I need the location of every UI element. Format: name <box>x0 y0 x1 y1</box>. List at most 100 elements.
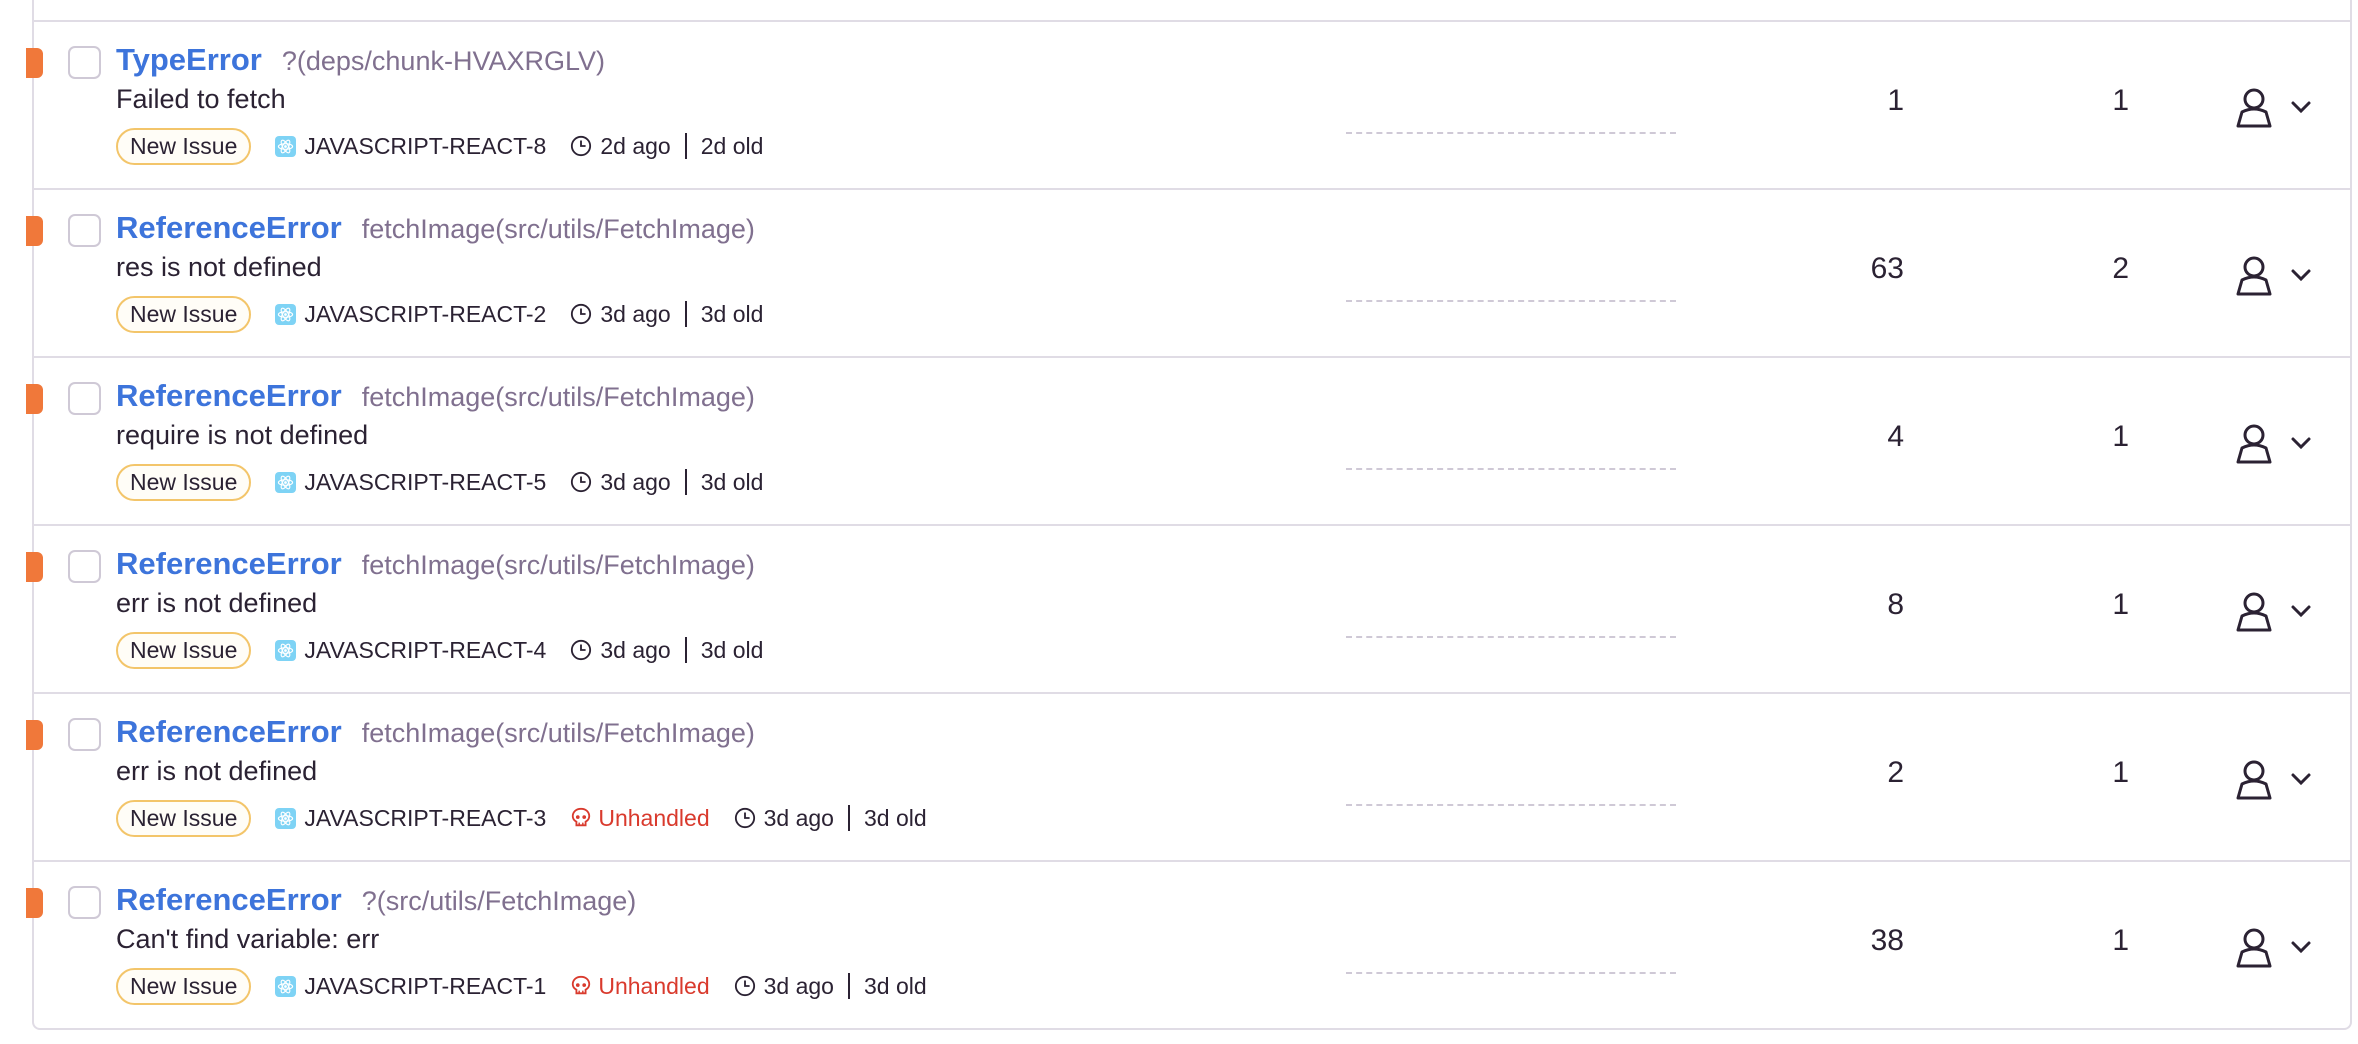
issue-time: 2d ago 2d old <box>570 133 763 160</box>
assignee-selector[interactable] <box>2234 422 2312 464</box>
unhandled-tag: Unhandled <box>570 804 710 832</box>
issue-list: TypeError ?(deps/chunk-HVAXRGLV) Failed … <box>26 0 2352 1030</box>
issue-title[interactable]: ReferenceError <box>116 882 342 918</box>
issue-row[interactable]: ReferenceError fetchImage(src/utils/Fetc… <box>26 188 2350 356</box>
issue-age: 3d old <box>700 300 764 327</box>
issue-age: 2d old <box>700 132 764 159</box>
issue-age: 3d old <box>863 804 927 831</box>
users-count: 1 <box>2112 756 2129 789</box>
users-count: 1 <box>2112 924 2129 957</box>
unhandled-label: Unhandled <box>598 804 710 831</box>
users-count: 1 <box>2112 420 2129 453</box>
events-count: 2 <box>1887 756 1904 789</box>
issue-time: 3d ago 3d old <box>734 805 927 832</box>
assignee-selector[interactable] <box>2234 758 2312 800</box>
issue-title[interactable]: ReferenceError <box>116 378 342 414</box>
users-count: 2 <box>2112 252 2129 285</box>
trend-graph <box>1346 636 1676 638</box>
issue-row[interactable]: ReferenceError fetchImage(src/utils/Fetc… <box>26 524 2350 692</box>
clock-icon <box>571 471 592 493</box>
issue-title[interactable]: ReferenceError <box>116 714 342 750</box>
last-seen: 2d ago <box>600 132 671 159</box>
issue-age: 3d old <box>700 468 764 495</box>
issue-title[interactable]: ReferenceError <box>116 210 342 246</box>
divider <box>684 133 687 159</box>
issue-message: require is not defined <box>116 420 369 450</box>
issue-checkbox[interactable] <box>68 46 101 79</box>
issue-row[interactable]: ReferenceError ?(src/utils/FetchImage) C… <box>26 860 2350 1028</box>
last-seen: 3d ago <box>600 300 671 327</box>
project-link[interactable]: JAVASCRIPT-REACT-3 <box>275 805 546 832</box>
user-icon <box>2236 88 2272 128</box>
project-name: JAVASCRIPT-REACT-4 <box>304 636 547 663</box>
project-link[interactable]: JAVASCRIPT-REACT-4 <box>275 637 546 664</box>
issue-row[interactable]: ReferenceError fetchImage(src/utils/Fetc… <box>26 356 2350 524</box>
skull-icon <box>572 975 591 995</box>
issue-checkbox[interactable] <box>68 718 101 751</box>
divider <box>847 973 850 999</box>
project-name: JAVASCRIPT-REACT-5 <box>304 468 547 495</box>
user-icon <box>2236 928 2272 968</box>
trend-graph <box>1346 972 1676 974</box>
trend-graph <box>1346 132 1676 134</box>
last-seen: 3d ago <box>763 972 834 999</box>
issue-culprit: ?(deps/chunk-HVAXRGLV) <box>281 46 605 76</box>
trend-graph <box>1346 300 1676 302</box>
project-link[interactable]: JAVASCRIPT-REACT-2 <box>275 301 546 328</box>
issue-row[interactable]: ReferenceError fetchImage(src/utils/Fetc… <box>26 692 2350 860</box>
assignee-selector[interactable] <box>2234 590 2312 632</box>
issue-row[interactable]: TypeError ?(deps/chunk-HVAXRGLV) Failed … <box>26 20 2350 188</box>
level-indicator <box>26 48 43 78</box>
issue-checkbox[interactable] <box>68 886 101 919</box>
issue-message: err is not defined <box>116 756 318 786</box>
clock-icon <box>571 639 592 661</box>
react-icon <box>275 639 297 661</box>
last-seen: 3d ago <box>600 636 671 663</box>
last-seen: 3d ago <box>763 804 834 831</box>
issue-culprit: ?(src/utils/FetchImage) <box>361 886 637 916</box>
react-icon <box>275 303 297 325</box>
issue-title[interactable]: ReferenceError <box>116 546 342 582</box>
issue-title[interactable]: TypeError <box>116 42 262 78</box>
project-name: JAVASCRIPT-REACT-2 <box>304 300 547 327</box>
new-issue-badge: New Issue <box>116 967 252 1005</box>
react-icon <box>275 135 297 157</box>
events-count: 8 <box>1887 588 1904 621</box>
assignee-selector[interactable] <box>2234 926 2312 968</box>
issue-checkbox[interactable] <box>68 382 101 415</box>
user-icon <box>2236 256 2272 296</box>
react-icon <box>275 975 297 997</box>
divider <box>684 637 687 663</box>
project-link[interactable]: JAVASCRIPT-REACT-8 <box>275 133 546 160</box>
issue-checkbox[interactable] <box>68 214 101 247</box>
issue-checkbox[interactable] <box>68 550 101 583</box>
issue-culprit: fetchImage(src/utils/FetchImage) <box>361 382 755 412</box>
new-issue-badge: New Issue <box>116 463 252 501</box>
chevron-down-icon <box>2291 605 2311 618</box>
project-link[interactable]: JAVASCRIPT-REACT-5 <box>275 469 546 496</box>
trend-graph <box>1346 804 1676 806</box>
events-count: 38 <box>1870 924 1904 957</box>
events-count: 63 <box>1870 252 1904 285</box>
issue-age: 3d old <box>863 972 927 999</box>
issue-time: 3d ago 3d old <box>570 469 763 496</box>
project-link[interactable]: JAVASCRIPT-REACT-1 <box>275 973 546 1000</box>
react-icon <box>275 807 297 829</box>
issue-message: Failed to fetch <box>116 84 286 114</box>
clock-icon <box>571 135 592 157</box>
chevron-down-icon <box>2291 941 2311 954</box>
divider <box>684 469 687 495</box>
issue-culprit: fetchImage(src/utils/FetchImage) <box>361 214 755 244</box>
assignee-selector[interactable] <box>2234 254 2312 296</box>
assignee-selector[interactable] <box>2234 86 2312 128</box>
clock-icon <box>734 975 755 997</box>
issue-culprit: fetchImage(src/utils/FetchImage) <box>361 718 755 748</box>
issue-age: 3d old <box>700 636 764 663</box>
divider <box>847 805 850 831</box>
level-indicator <box>26 552 43 582</box>
last-seen: 3d ago <box>600 468 671 495</box>
user-icon <box>2236 760 2272 800</box>
issue-culprit: fetchImage(src/utils/FetchImage) <box>361 550 755 580</box>
clock-icon <box>734 807 755 829</box>
new-issue-badge: New Issue <box>116 127 252 165</box>
